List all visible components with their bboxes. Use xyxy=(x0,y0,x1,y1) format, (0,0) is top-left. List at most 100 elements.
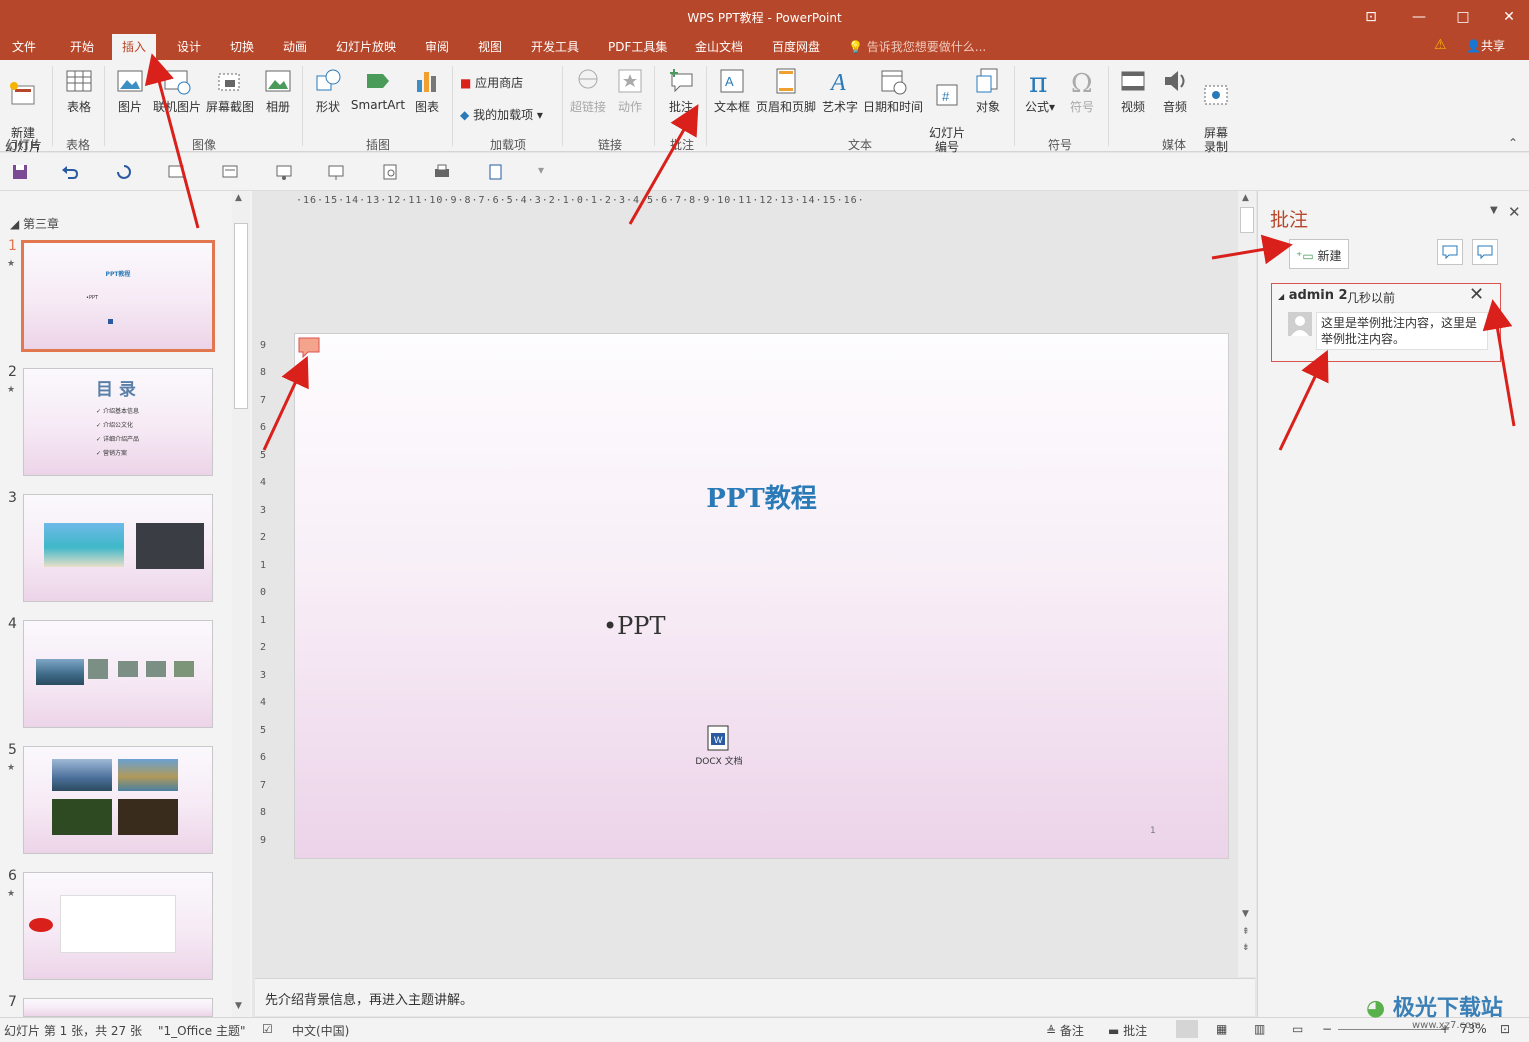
tab-pdf-tools[interactable]: PDF工具集 xyxy=(608,38,667,55)
animation-star-icon: ★ xyxy=(7,889,16,899)
slide-thumbnail-7[interactable] xyxy=(23,998,213,1017)
tab-developer[interactable]: 开发工具 xyxy=(531,38,579,55)
picture-button[interactable]: 图片 xyxy=(112,66,148,115)
slide-thumbnail-1[interactable]: PPT教程 •PPT xyxy=(21,240,215,352)
close-pane-icon[interactable]: ✕ xyxy=(1508,203,1521,221)
save-icon[interactable] xyxy=(10,163,30,181)
smartart-button[interactable]: SmartArt xyxy=(350,66,406,112)
editor-scrollbar[interactable]: ▲ ▼ ⇞ ⇟ xyxy=(1238,191,1256,977)
tab-view[interactable]: 视图 xyxy=(478,38,502,55)
tell-me-search[interactable]: 💡 告诉我您想要做什么... xyxy=(848,38,986,55)
scroll-down-icon[interactable]: ▼ xyxy=(235,1001,242,1011)
tab-review[interactable]: 审阅 xyxy=(425,38,449,55)
previous-comment-button[interactable] xyxy=(1437,239,1463,265)
fit-to-window-icon[interactable]: ⊡ xyxy=(1500,1022,1510,1036)
action-button[interactable]: 动作 xyxy=(612,66,648,115)
maximize-button[interactable]: □ xyxy=(1448,6,1478,28)
slide-thumbnail-3[interactable] xyxy=(23,494,213,602)
wordart-button[interactable]: A 艺术字 xyxy=(820,66,860,115)
slide-thumbnail-5[interactable] xyxy=(23,746,213,854)
table-button[interactable]: 表格 xyxy=(60,66,98,115)
previous-slide-icon[interactable]: ⇞ xyxy=(1242,927,1250,937)
comment-text-input[interactable]: 这里是举例批注内容，这里是举例批注内容。 xyxy=(1316,312,1488,350)
document-search-icon[interactable] xyxy=(486,163,506,181)
delete-comment-icon[interactable]: ✕ xyxy=(1469,284,1484,305)
comments-toggle-button[interactable]: ▬ 批注 xyxy=(1108,1022,1147,1039)
slide-icon[interactable] xyxy=(166,163,186,181)
tab-insert[interactable]: 插入 xyxy=(112,34,157,60)
collapse-triangle-icon[interactable]: ◢ xyxy=(1278,292,1284,301)
object-button[interactable]: 对象 xyxy=(970,66,1006,115)
spellcheck-icon[interactable]: ☑ xyxy=(262,1022,273,1036)
online-picture-button[interactable]: 联机图片 xyxy=(152,66,202,115)
redo-icon[interactable] xyxy=(114,163,134,181)
comment-marker-icon[interactable] xyxy=(297,336,321,360)
tab-animations[interactable]: 动画 xyxy=(283,38,307,55)
tab-baidu-netdisk[interactable]: 百度网盘 xyxy=(772,38,820,55)
undo-icon[interactable] xyxy=(60,163,80,181)
slide-thumbnail-4[interactable] xyxy=(23,620,213,728)
shapes-button[interactable]: 形状 xyxy=(310,66,346,115)
minimize-button[interactable]: — xyxy=(1404,6,1434,28)
scroll-down-icon[interactable]: ▼ xyxy=(1242,909,1249,919)
video-button[interactable]: 视频 xyxy=(1116,66,1150,115)
start-slideshow-icon[interactable] xyxy=(326,163,346,181)
slide-canvas[interactable]: PPT教程 •PPT W DOCX 文档 1 xyxy=(294,333,1229,859)
ribbon-display-options-button[interactable]: ⊡ xyxy=(1356,6,1386,28)
scroll-thumb[interactable] xyxy=(1240,207,1254,233)
present-icon[interactable] xyxy=(274,163,294,181)
scroll-up-icon[interactable]: ▲ xyxy=(235,193,242,203)
audio-button[interactable]: 音频 xyxy=(1158,66,1192,115)
tab-transitions[interactable]: 切换 xyxy=(230,38,254,55)
textbox-button[interactable]: A 文本框 xyxy=(712,66,752,115)
my-addins-button[interactable]: ◆ 我的加载项 ▾ xyxy=(460,106,543,123)
tab-slideshow[interactable]: 幻灯片放映 xyxy=(336,38,396,55)
normal-view-button[interactable] xyxy=(1176,1020,1198,1038)
slide-number-button[interactable]: # 幻灯片 编号 xyxy=(926,66,968,154)
notes-text[interactable]: 先介绍背景信息，再进入主题讲解。 xyxy=(265,989,473,1008)
new-comment-button[interactable]: ⁺▭ 新建 xyxy=(1289,239,1349,269)
symbol-button[interactable]: Ω 符号 xyxy=(1064,66,1100,115)
section-header[interactable]: ◢ 第三章 xyxy=(10,215,59,232)
print-icon[interactable] xyxy=(432,163,452,181)
notes-pane[interactable]: 先介绍背景信息，再进入主题讲解。 xyxy=(255,978,1255,1016)
next-slide-icon[interactable]: ⇟ xyxy=(1242,943,1250,953)
comment-card[interactable]: ◢ admin 2 几秒以前 ✕ 这里是举例批注内容，这里是举例批注内容。 xyxy=(1271,283,1501,362)
warning-icon[interactable]: ⚠ xyxy=(1434,37,1447,53)
language[interactable]: 中文(中国) xyxy=(292,1022,349,1039)
pane-options-icon[interactable]: ▼ xyxy=(1490,205,1498,216)
header-footer-button[interactable]: 页眉和页脚 xyxy=(754,66,818,115)
customize-toolbar-icon[interactable]: ▾ xyxy=(538,163,558,181)
tab-kingsoft-docs[interactable]: 金山文档 xyxy=(695,38,743,55)
app-store-button[interactable]: ■ 应用商店 xyxy=(460,74,523,91)
close-window-button[interactable]: ✕ xyxy=(1494,6,1524,28)
insert-comment-button[interactable]: 批注 xyxy=(662,66,700,115)
tab-home[interactable]: 开始 xyxy=(70,38,94,55)
slide-bullet-text[interactable]: •PPT xyxy=(603,612,665,640)
print-preview-icon[interactable] xyxy=(380,163,400,181)
slideshow-view-icon[interactable]: ▭ xyxy=(1292,1022,1303,1036)
scroll-thumb[interactable] xyxy=(234,223,248,409)
thumbnail-scrollbar[interactable]: ▲ ▼ xyxy=(232,191,250,1017)
tab-design[interactable]: 设计 xyxy=(177,38,201,55)
collapse-ribbon-icon[interactable]: ⌃ xyxy=(1508,136,1518,150)
zoom-out-icon[interactable]: − xyxy=(1322,1022,1332,1036)
slide-title[interactable]: PPT教程 xyxy=(295,478,1228,515)
equation-button[interactable]: π 公式▾ xyxy=(1022,66,1058,115)
album-button[interactable]: 相册 xyxy=(260,66,296,115)
scroll-up-icon[interactable]: ▲ xyxy=(1242,193,1249,203)
notes-toggle-button[interactable]: ≜ 备注 xyxy=(1046,1022,1084,1039)
screenshot-button[interactable]: 屏幕截图 xyxy=(204,66,256,115)
tab-file[interactable]: 文件 xyxy=(12,38,36,55)
next-comment-button[interactable] xyxy=(1472,239,1498,265)
slide-thumbnail-2[interactable]: 目 录 ✓ 介绍基本信息 ✓ 介绍公文化 ✓ 详细介绍产品 ✓ 营销方案 xyxy=(23,368,213,476)
screen-record-button[interactable]: 屏幕 录制 xyxy=(1198,66,1234,154)
chart-button[interactable]: 图表 xyxy=(410,66,444,115)
datetime-button[interactable]: 日期和时间 xyxy=(862,66,924,115)
docx-file-icon[interactable]: W xyxy=(705,725,731,751)
hyperlink-button[interactable]: 超链接 xyxy=(568,66,608,115)
layout-icon[interactable] xyxy=(220,163,240,181)
share-button[interactable]: 👤共享 xyxy=(1466,37,1505,54)
reading-view-icon[interactable]: ▥ xyxy=(1254,1022,1265,1036)
slide-sorter-icon[interactable]: ▦ xyxy=(1216,1022,1227,1036)
